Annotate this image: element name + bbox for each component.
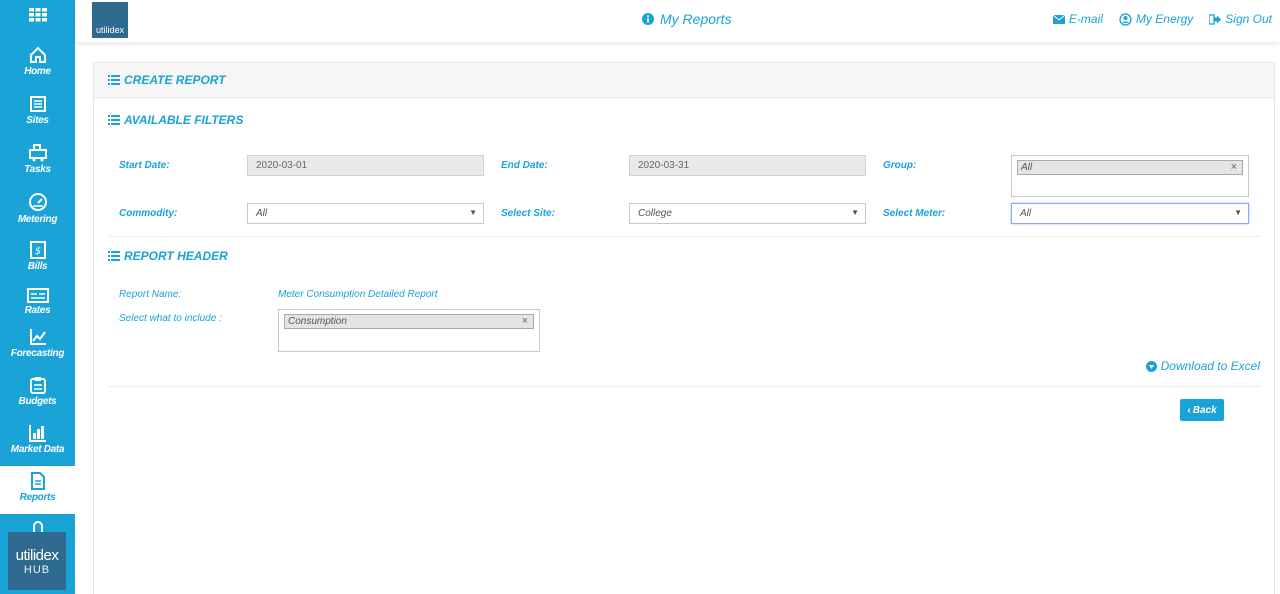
rates-icon [26,288,49,303]
gauge-icon [28,193,47,211]
sidebar-item-reports[interactable]: Reports [0,466,75,514]
list-icon [108,75,120,85]
sidebar-item-label: Market Data [10,444,65,455]
start-date-label: Start Date: [119,160,170,171]
divider [108,386,1261,387]
tasks-icon [28,144,47,162]
site-label: Select Site: [501,208,555,219]
sidebar-item-label: Bills [27,261,48,272]
bar-chart-icon [28,425,46,442]
chevron-left-icon: ‹ [1187,404,1191,416]
envelope-icon [1052,14,1065,24]
report-name-value: Meter Consumption Detailed Report [278,289,438,300]
chevron-down-icon: ▼ [851,208,859,217]
sidebar-item-label: Rates [24,305,51,316]
list-icon [108,115,120,125]
document-icon [30,472,45,490]
sidebar-item-label: Sites [26,115,49,126]
remove-tag-icon[interactable]: × [1231,161,1237,173]
sidebar-item-label: Home [24,66,51,77]
sidebar-item-more[interactable] [0,520,75,532]
sidebar-item-label: Forecasting [10,348,65,359]
sidebar-item-home[interactable]: Home [0,46,75,86]
divider [108,236,1261,237]
panel-header: CREATE REPORT [94,63,1274,98]
group-label: Group: [883,160,917,171]
sign-out-icon [1209,13,1222,25]
commodity-label: Commodity: [119,208,178,219]
chart-line-icon [29,329,46,345]
report-name-label: Report Name: [119,289,182,300]
group-multiselect[interactable]: All × [1011,155,1249,197]
remove-tag-icon[interactable]: × [522,315,528,327]
sidebar-item-label: Reports [19,492,56,503]
my-energy-link[interactable]: My Energy [1119,12,1193,26]
bell-icon [32,521,43,532]
group-tag: All × [1017,160,1243,175]
info-icon [642,13,654,25]
page-title: My Reports [642,11,732,27]
back-button[interactable]: ‹ Back [1180,399,1224,421]
end-date-label: End Date: [501,160,548,171]
email-link[interactable]: E-mail [1052,12,1103,26]
sidebar-item-bills[interactable]: $ Bills [0,241,75,281]
meter-select[interactable]: All ▼ [1011,203,1249,224]
include-tag: Consumption × [284,314,534,329]
sidebar-item-metering[interactable]: Metering [0,192,75,232]
sidebar-item-tasks[interactable]: Tasks [0,144,75,184]
top-links: E-mail My Energy Sign Out [1052,12,1272,26]
brand-logo[interactable]: utilidex [92,2,128,38]
sidebar-item-market-data[interactable]: Market Data [0,424,75,464]
sidebar-item-forecasting[interactable]: Forecasting [0,328,75,368]
filters-section-title: AVAILABLE FILTERS [108,113,243,127]
create-report-panel: CREATE REPORT AVAILABLE FILTERS Start Da… [93,62,1275,594]
commodity-select[interactable]: All ▼ [247,203,484,224]
chevron-down-icon: ▼ [1234,208,1242,217]
end-date-field[interactable]: 2020-03-31 [629,155,866,176]
sidebar-item-budgets[interactable]: Budgets [0,376,75,416]
sidebar-item-label: Tasks [24,164,51,175]
bill-icon: $ [29,241,46,259]
download-circle-icon [1145,360,1157,372]
site-select[interactable]: College ▼ [629,203,866,224]
download-excel-link[interactable]: Download to Excel [1145,359,1260,373]
sidebar-item-label: Budgets [18,396,57,407]
include-label: Select what to include : [119,313,222,324]
apps-grid-icon[interactable] [0,0,75,30]
sidebar-item-label: Metering [17,214,58,225]
include-multiselect[interactable]: Consumption × [278,309,540,352]
meter-label: Select Meter: [883,208,946,219]
chevron-down-icon: ▼ [469,208,477,217]
sidebar-item-rates[interactable]: Rates [0,288,75,328]
list-icon [108,251,120,261]
start-date-field[interactable]: 2020-03-01 [247,155,484,176]
clipboard-icon [29,377,46,394]
sidebar-item-sites[interactable]: Sites [0,95,75,135]
utilidex-hub-logo: utilidex HUB [8,532,66,590]
sidebar: Home Sites Tasks Metering $ Bills Rates … [0,0,75,594]
sign-out-link[interactable]: Sign Out [1209,12,1272,26]
svg-text:$: $ [34,246,40,257]
user-circle-icon [1119,12,1132,26]
top-bar: utilidex My Reports E-mail My Energy Sig… [75,0,1280,42]
sites-icon [29,96,46,112]
home-icon [29,46,46,63]
report-header-section-title: REPORT HEADER [108,249,228,263]
